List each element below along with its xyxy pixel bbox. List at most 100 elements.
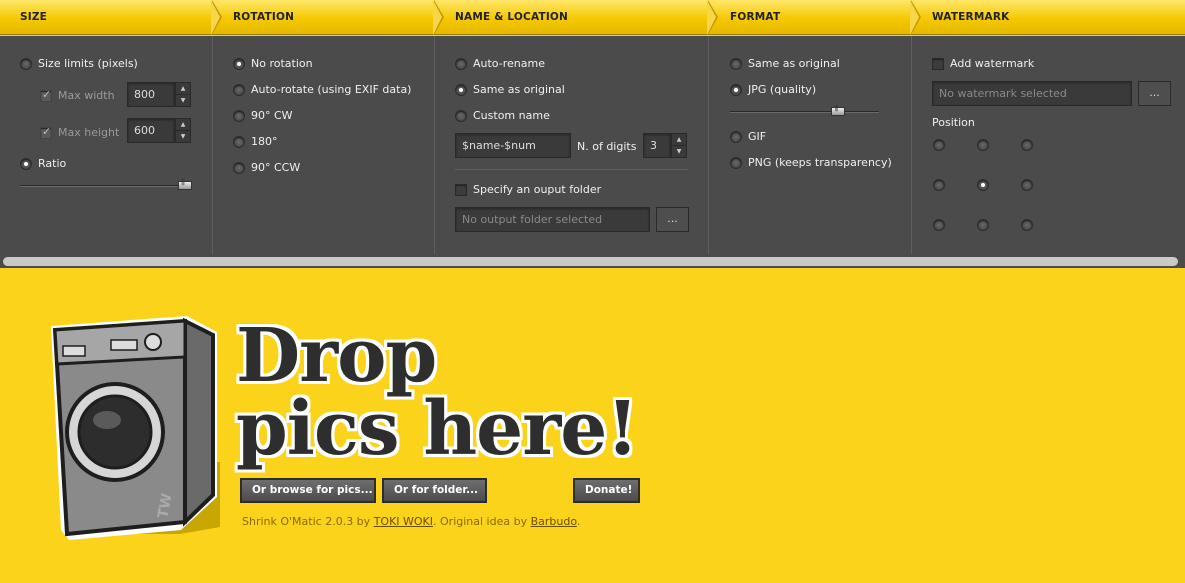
ratio-radio[interactable]: [20, 157, 32, 170]
tab-rotation[interactable]: ROTATION: [233, 0, 294, 35]
rotation-90ccw-radio[interactable]: [233, 161, 245, 174]
format-same-label: Same as original: [748, 57, 840, 70]
rotation-auto-radio[interactable]: [233, 83, 245, 96]
size-limits-option[interactable]: Size limits (pixels): [20, 57, 138, 70]
position-top-right-radio[interactable]: [1021, 139, 1033, 151]
watermark-browse-button[interactable]: ...: [1138, 81, 1171, 106]
rotation-option-90cw[interactable]: 90° CW: [233, 109, 293, 122]
rotation-option-180[interactable]: 180°: [233, 135, 278, 148]
arrow-up-icon[interactable]: ▲: [176, 119, 190, 130]
ratio-option[interactable]: Ratio: [20, 157, 66, 170]
name-option-auto-rename[interactable]: Auto-rename: [455, 57, 545, 70]
format-option-png[interactable]: PNG (keeps transparency): [730, 156, 892, 169]
drop-title-line1: Drop: [236, 313, 437, 399]
output-folder-option[interactable]: Specify an ouput folder: [455, 183, 601, 196]
ratio-label: Ratio: [38, 157, 67, 170]
same-as-original-radio[interactable]: [455, 83, 467, 96]
credits-prefix: Shrink O'Matic 2.0.3 by: [242, 515, 374, 528]
format-png-label: PNG (keeps transparency): [748, 156, 892, 169]
rotation-option-none[interactable]: No rotation: [233, 57, 313, 70]
idea-link[interactable]: Barbudo: [531, 515, 577, 528]
max-height-stepper[interactable]: ▲ ▼: [175, 118, 191, 143]
horizontal-scrollbar[interactable]: [3, 257, 1178, 266]
format-option-gif[interactable]: GIF: [730, 130, 766, 143]
output-folder-browse-button[interactable]: ...: [656, 207, 689, 232]
options-header: SIZE ROTATION NAME & LOCATION FORMAT WAT…: [0, 0, 1185, 35]
drop-title-line2: pics here!: [236, 386, 639, 472]
output-folder-label: Specify an ouput folder: [473, 183, 602, 196]
format-jpg-radio[interactable]: [730, 83, 742, 96]
max-height-option[interactable]: Max height: [40, 125, 120, 139]
tab-name-location[interactable]: NAME & LOCATION: [455, 0, 568, 35]
format-option-same[interactable]: Same as original: [730, 57, 840, 70]
credits-suffix: .: [576, 515, 581, 528]
same-as-original-label: Same as original: [473, 83, 565, 96]
ratio-slider-thumb[interactable]: [178, 179, 192, 190]
digits-stepper[interactable]: ▲ ▼: [671, 133, 687, 158]
tab-size[interactable]: SIZE: [20, 0, 47, 35]
position-top-center-radio[interactable]: [977, 139, 989, 151]
format-jpg-label: JPG (quality): [748, 83, 817, 96]
rotation-90cw-radio[interactable]: [233, 109, 245, 122]
rotation-180-label: 180°: [251, 135, 278, 148]
max-height-label: Max height: [58, 126, 120, 139]
max-width-input[interactable]: 800: [127, 82, 175, 107]
rotation-none-label: No rotation: [251, 57, 313, 70]
name-option-same[interactable]: Same as original: [455, 83, 565, 96]
add-watermark-option[interactable]: Add watermark: [932, 57, 1034, 70]
washing-machine-illustration: TW: [51, 316, 220, 540]
position-bottom-right-radio[interactable]: [1021, 219, 1033, 231]
author-link[interactable]: TOKI WOKI: [374, 515, 433, 528]
browse-pics-button[interactable]: Or browse for pics...: [240, 478, 376, 503]
rotation-option-auto[interactable]: Auto-rotate (using EXIF data): [233, 83, 411, 96]
format-gif-radio[interactable]: [730, 130, 742, 143]
max-height-input[interactable]: 600: [127, 118, 175, 143]
donate-button[interactable]: Donate!: [573, 478, 640, 503]
position-top-left-radio[interactable]: [933, 139, 945, 151]
format-option-jpg[interactable]: JPG (quality): [730, 83, 816, 96]
rotation-none-radio[interactable]: [233, 57, 245, 70]
digits-label: N. of digits: [577, 140, 637, 153]
add-watermark-checkbox[interactable]: [932, 57, 944, 70]
output-folder-field[interactable]: No output folder selected: [455, 207, 650, 232]
jpg-quality-slider[interactable]: [730, 111, 879, 113]
output-folder-checkbox[interactable]: [455, 183, 467, 196]
auto-rename-radio[interactable]: [455, 57, 467, 70]
arrow-up-icon[interactable]: ▲: [672, 134, 686, 145]
divider: [455, 169, 688, 170]
max-height-checkbox[interactable]: [40, 125, 52, 139]
digits-input[interactable]: 3: [643, 133, 671, 158]
watermark-field[interactable]: No watermark selected: [932, 81, 1132, 106]
max-width-option[interactable]: Max width: [40, 88, 115, 102]
max-width-checkbox[interactable]: [40, 88, 52, 102]
custom-name-radio[interactable]: [455, 109, 467, 122]
position-center-radio[interactable]: [977, 179, 989, 191]
position-bottom-center-radio[interactable]: [977, 219, 989, 231]
custom-name-label: Custom name: [473, 109, 550, 122]
arrow-down-icon[interactable]: ▼: [176, 94, 190, 105]
arrow-up-icon[interactable]: ▲: [176, 83, 190, 94]
max-width-stepper[interactable]: ▲ ▼: [175, 82, 191, 107]
format-same-radio[interactable]: [730, 57, 742, 70]
rotation-180-radio[interactable]: [233, 135, 245, 148]
rotation-option-90ccw[interactable]: 90° CCW: [233, 161, 300, 174]
credits: Shrink O'Matic 2.0.3 by TOKI WOKI. Origi…: [242, 515, 580, 528]
browse-folder-button[interactable]: Or for folder...: [382, 478, 487, 503]
custom-name-input[interactable]: $name-$num: [455, 133, 571, 158]
arrow-down-icon[interactable]: ▼: [176, 130, 190, 141]
position-bottom-left-radio[interactable]: [933, 219, 945, 231]
position-middle-right-radio[interactable]: [1021, 179, 1033, 191]
max-width-label: Max width: [58, 89, 115, 102]
size-limits-radio[interactable]: [20, 57, 32, 70]
name-option-custom[interactable]: Custom name: [455, 109, 550, 122]
format-gif-label: GIF: [748, 130, 767, 143]
jpg-quality-slider-thumb[interactable]: [831, 105, 846, 116]
position-middle-left-radio[interactable]: [933, 179, 945, 191]
ratio-slider[interactable]: [20, 185, 192, 187]
arrow-down-icon[interactable]: ▼: [672, 145, 686, 156]
tab-format[interactable]: FORMAT: [730, 0, 780, 35]
tab-watermark[interactable]: WATERMARK: [932, 0, 1009, 35]
format-png-radio[interactable]: [730, 156, 742, 169]
rotation-90ccw-label: 90° CCW: [251, 161, 301, 174]
rotation-auto-label: Auto-rotate (using EXIF data): [251, 83, 412, 96]
